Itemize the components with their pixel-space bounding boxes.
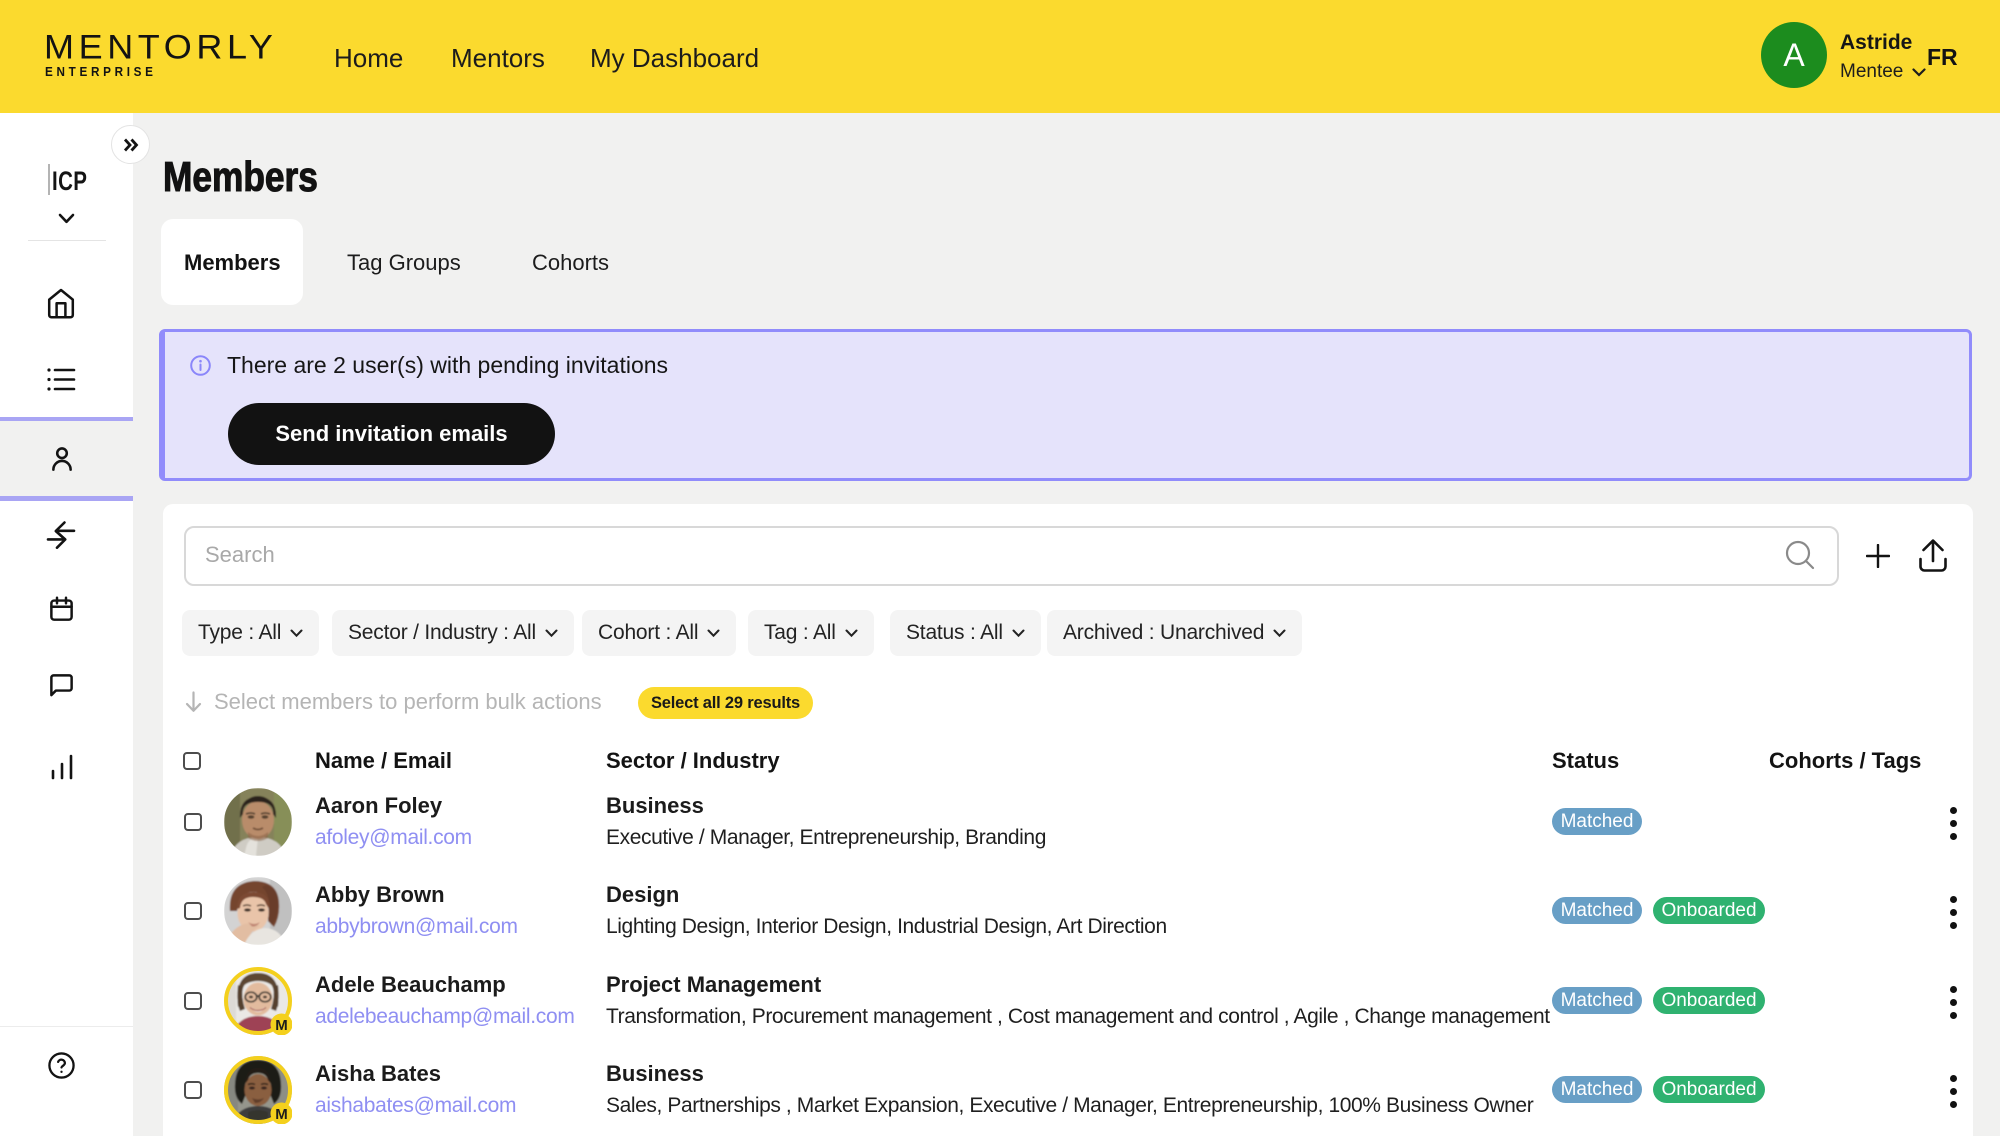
svg-text:M: M	[275, 1017, 288, 1034]
svg-text:M: M	[275, 1106, 288, 1123]
